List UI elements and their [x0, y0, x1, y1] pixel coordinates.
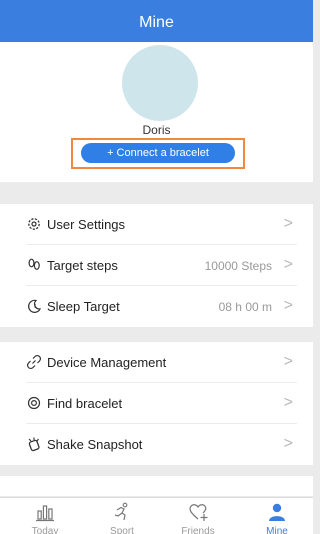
bottom-tab-bar: Today Sport Friends Mine — [0, 497, 313, 534]
partial-list-row[interactable] — [0, 476, 313, 496]
target-icon — [27, 396, 41, 410]
chevron-right-icon: > — [283, 297, 293, 314]
person-icon — [269, 503, 285, 521]
tab-today[interactable]: Today — [10, 498, 80, 534]
sleep-target-value: 08 h 00 m — [218, 300, 272, 314]
bar-chart-icon — [36, 505, 54, 522]
chevron-right-icon: > — [283, 435, 293, 452]
username: Doris — [142, 123, 171, 137]
device-management-row[interactable]: Device Management > — [0, 342, 313, 383]
connect-bracelet-button[interactable]: + Connect a bracelet — [81, 143, 235, 163]
target-steps-label: Target steps — [47, 258, 118, 273]
shake-snapshot-row[interactable]: Shake Snapshot > — [0, 424, 313, 465]
tab-sport[interactable]: Sport — [87, 498, 157, 534]
chevron-right-icon: > — [283, 353, 293, 370]
app-header: Mine — [0, 0, 313, 42]
find-bracelet-label: Find bracelet — [47, 396, 123, 411]
gear-icon — [28, 218, 40, 230]
chevron-right-icon: > — [283, 394, 293, 411]
find-bracelet-row[interactable]: Find bracelet > — [0, 383, 313, 424]
footprints-icon — [28, 258, 40, 270]
user-settings-label: User Settings — [47, 217, 126, 232]
avatar[interactable] — [122, 45, 198, 121]
user-settings-row[interactable]: User Settings > — [0, 204, 313, 245]
running-icon — [114, 502, 128, 521]
target-steps-value: 10000 Steps — [204, 259, 272, 273]
connect-highlight-frame: + Connect a bracelet — [71, 138, 245, 169]
tab-mine[interactable]: Mine — [242, 498, 312, 534]
profile-section: Doris + Connect a bracelet — [0, 42, 313, 182]
page-title: Mine — [139, 14, 174, 31]
device-group: Device Management > Find bracelet > Shak… — [0, 342, 313, 465]
link-icon — [26, 354, 42, 370]
chevron-right-icon: > — [283, 215, 293, 232]
sleep-target-row[interactable]: Sleep Target 08 h 00 m > — [0, 286, 313, 327]
shake-snapshot-label: Shake Snapshot — [47, 437, 143, 452]
chevron-right-icon: > — [283, 256, 293, 273]
moon-clock-icon — [28, 299, 42, 313]
shake-icon — [28, 437, 40, 452]
tab-friends[interactable]: Friends — [163, 498, 233, 534]
sleep-target-label: Sleep Target — [47, 299, 120, 314]
settings-group: User Settings > Target steps 10000 Steps… — [0, 204, 313, 327]
heart-add-icon — [189, 504, 208, 521]
target-steps-row[interactable]: Target steps 10000 Steps > — [0, 245, 313, 286]
device-management-label: Device Management — [47, 355, 167, 370]
